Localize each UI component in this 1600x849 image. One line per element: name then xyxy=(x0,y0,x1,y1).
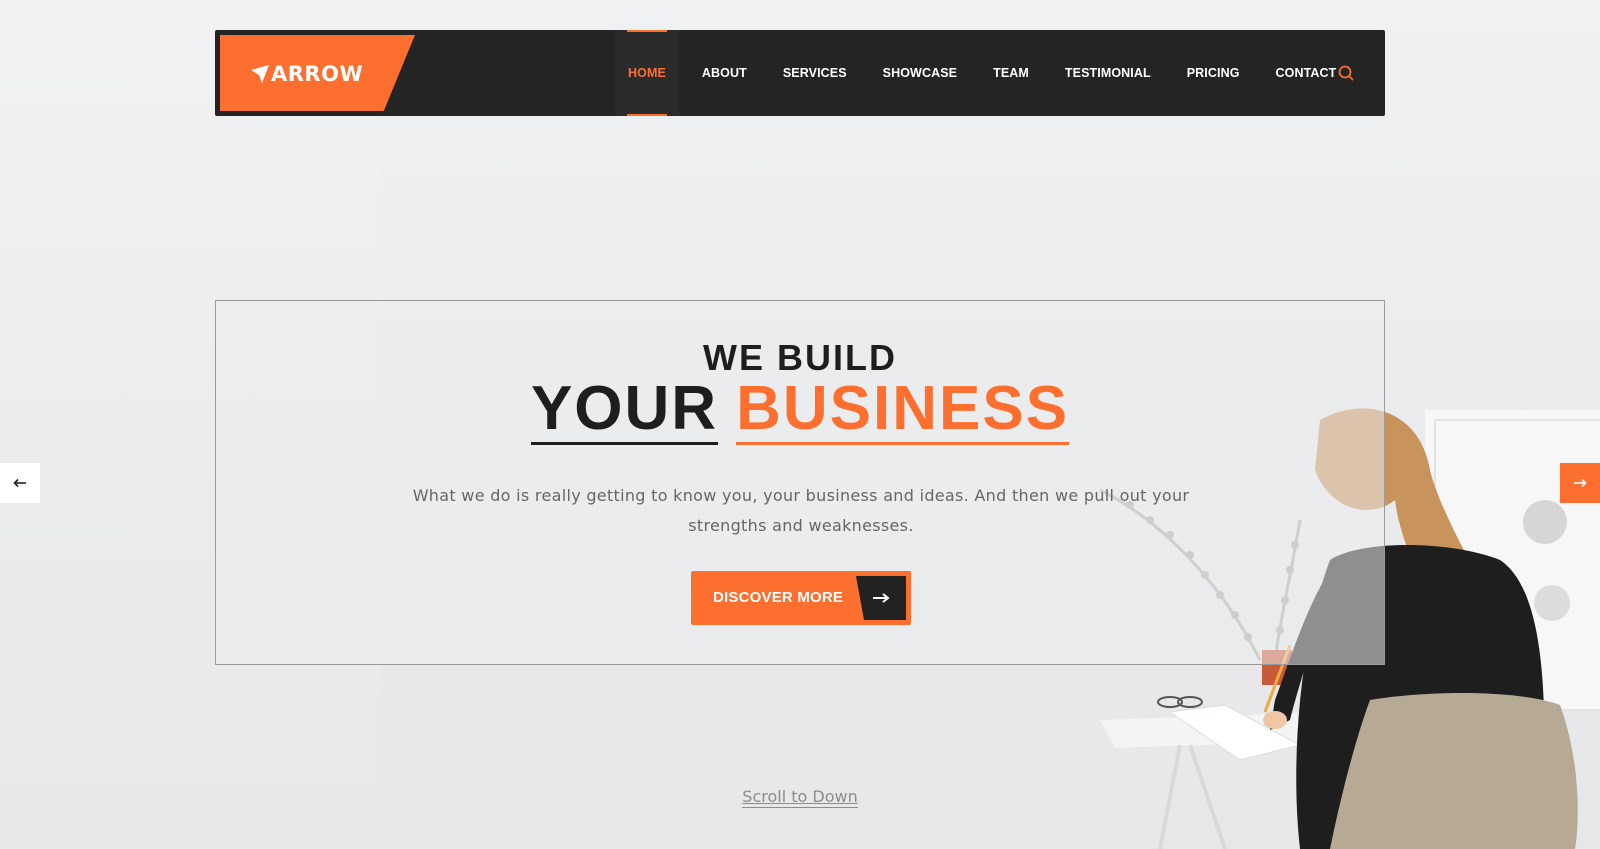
search-icon xyxy=(1338,65,1354,81)
nav-item-pricing[interactable]: PRICING xyxy=(1174,30,1253,116)
logo-text: ARROW xyxy=(271,62,364,86)
navbar: ARROW HOME ABOUT SERVICES SHOWCASE TEAM … xyxy=(215,30,1385,116)
discover-more-button[interactable]: DISCOVER MORE xyxy=(691,571,911,625)
nav-item-testimonial[interactable]: TESTIMONIAL xyxy=(1052,30,1164,116)
hero-content-box: WE BUILD YOUR BUSINESS What we do is real… xyxy=(215,300,1385,665)
main-nav: HOME ABOUT SERVICES SHOWCASE TEAM TESTIM… xyxy=(615,30,1349,116)
cta-arrow-box xyxy=(856,576,906,620)
discover-more-label: DISCOVER MORE xyxy=(713,589,844,606)
nav-item-home[interactable]: HOME xyxy=(615,30,679,116)
hero-description: What we do is really getting to know you… xyxy=(412,486,1190,535)
hero-heading-word-your: YOUR xyxy=(530,374,719,445)
logo: ARROW xyxy=(250,62,363,86)
scroll-down-label: Scroll to Down xyxy=(742,787,858,808)
slider-next-button[interactable] xyxy=(1560,463,1600,503)
search-button[interactable] xyxy=(1335,62,1357,84)
arrow-left-icon xyxy=(13,478,26,488)
nav-item-about[interactable]: ABOUT xyxy=(689,30,760,116)
hero-heading: YOUR BUSINESS xyxy=(216,373,1384,445)
paper-plane-icon xyxy=(251,65,269,83)
arrow-right-icon xyxy=(873,593,890,603)
arrow-right-icon xyxy=(1574,478,1587,488)
scroll-down-link[interactable]: Scroll to Down xyxy=(700,787,900,808)
nav-item-showcase[interactable]: SHOWCASE xyxy=(870,30,970,116)
hero-heading-word-business: BUSINESS xyxy=(736,374,1070,445)
nav-item-services[interactable]: SERVICES xyxy=(770,30,860,116)
nav-item-team[interactable]: TEAM xyxy=(980,30,1042,116)
slider-prev-button[interactable] xyxy=(0,463,40,503)
logo-link[interactable]: ARROW xyxy=(220,35,415,111)
